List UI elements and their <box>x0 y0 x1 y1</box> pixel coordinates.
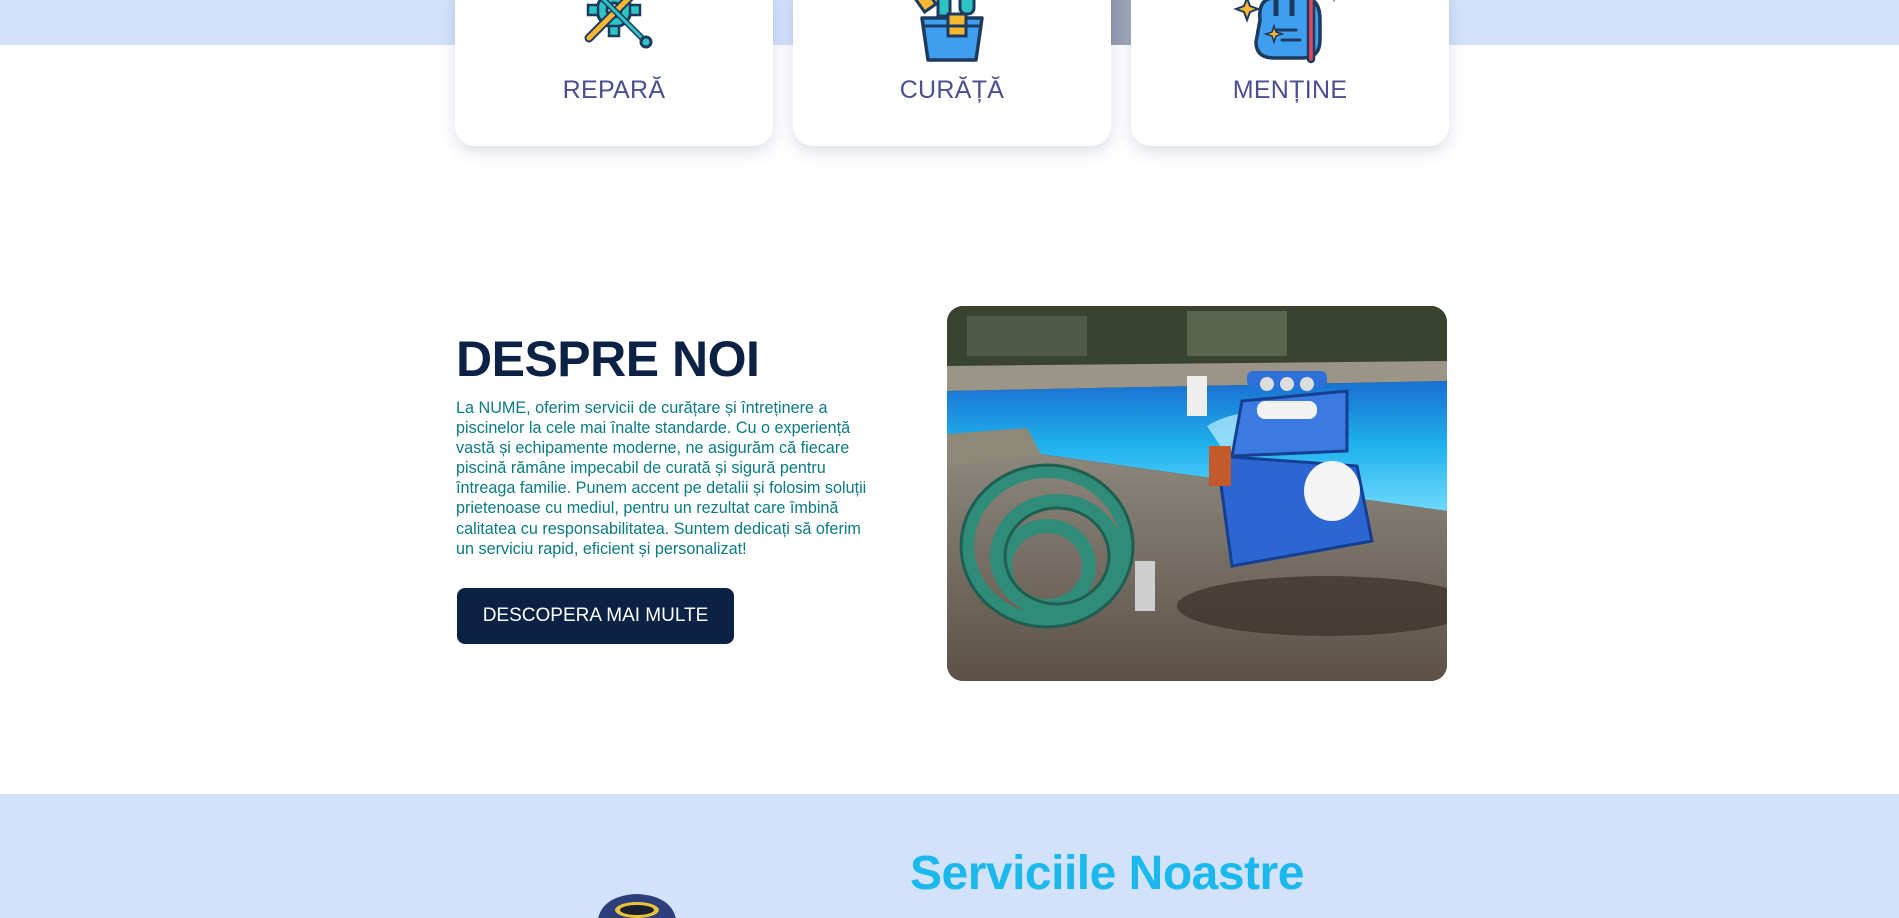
about-line: întreaga familie. Punem accent pe detali… <box>456 479 867 498</box>
card-label: REPARĂ <box>562 76 666 104</box>
feature-card-mentine[interactable]: MENȚINE <box>1131 0 1449 146</box>
cleaning-bucket-icon <box>909 0 984 62</box>
feature-card-repara[interactable]: REPARĂ <box>455 0 773 146</box>
about-line: un serviciu rapid, eficient și personali… <box>456 539 747 558</box>
discover-more-button[interactable]: DESCOPERA MAI MULTE <box>457 588 734 644</box>
wrench-gear-icon <box>584 0 653 49</box>
feature-card-curata[interactable]: CURĂȚĂ <box>793 0 1111 146</box>
about-title: DESPRE NOI <box>456 331 760 387</box>
about-line: piscinelor la cele mai înalte standarde.… <box>456 419 851 438</box>
about-line: calitatea cu responsabilitatea. Suntem d… <box>456 519 861 538</box>
about-line: piscină rămâne impecabil de curată și si… <box>456 459 826 478</box>
card-label: MENȚINE <box>1232 76 1348 104</box>
about-line: prietenoase cu mediul, pentru un rezulta… <box>456 499 839 518</box>
pool-cleaning-equipment-photo <box>947 306 1447 681</box>
sparkling-glove-icon <box>1233 0 1335 64</box>
services-title: Serviciile Noastre <box>910 847 1304 900</box>
about-paragraph: La NUME, oferim servicii de curățare și … <box>456 398 900 559</box>
card-label: CURĂȚĂ <box>899 76 1005 104</box>
about-line: La NUME, oferim servicii de curățare și … <box>456 399 828 417</box>
worker-cap-image <box>598 894 676 918</box>
about-line: vastă și echipamente moderne, ne asigură… <box>456 439 850 458</box>
